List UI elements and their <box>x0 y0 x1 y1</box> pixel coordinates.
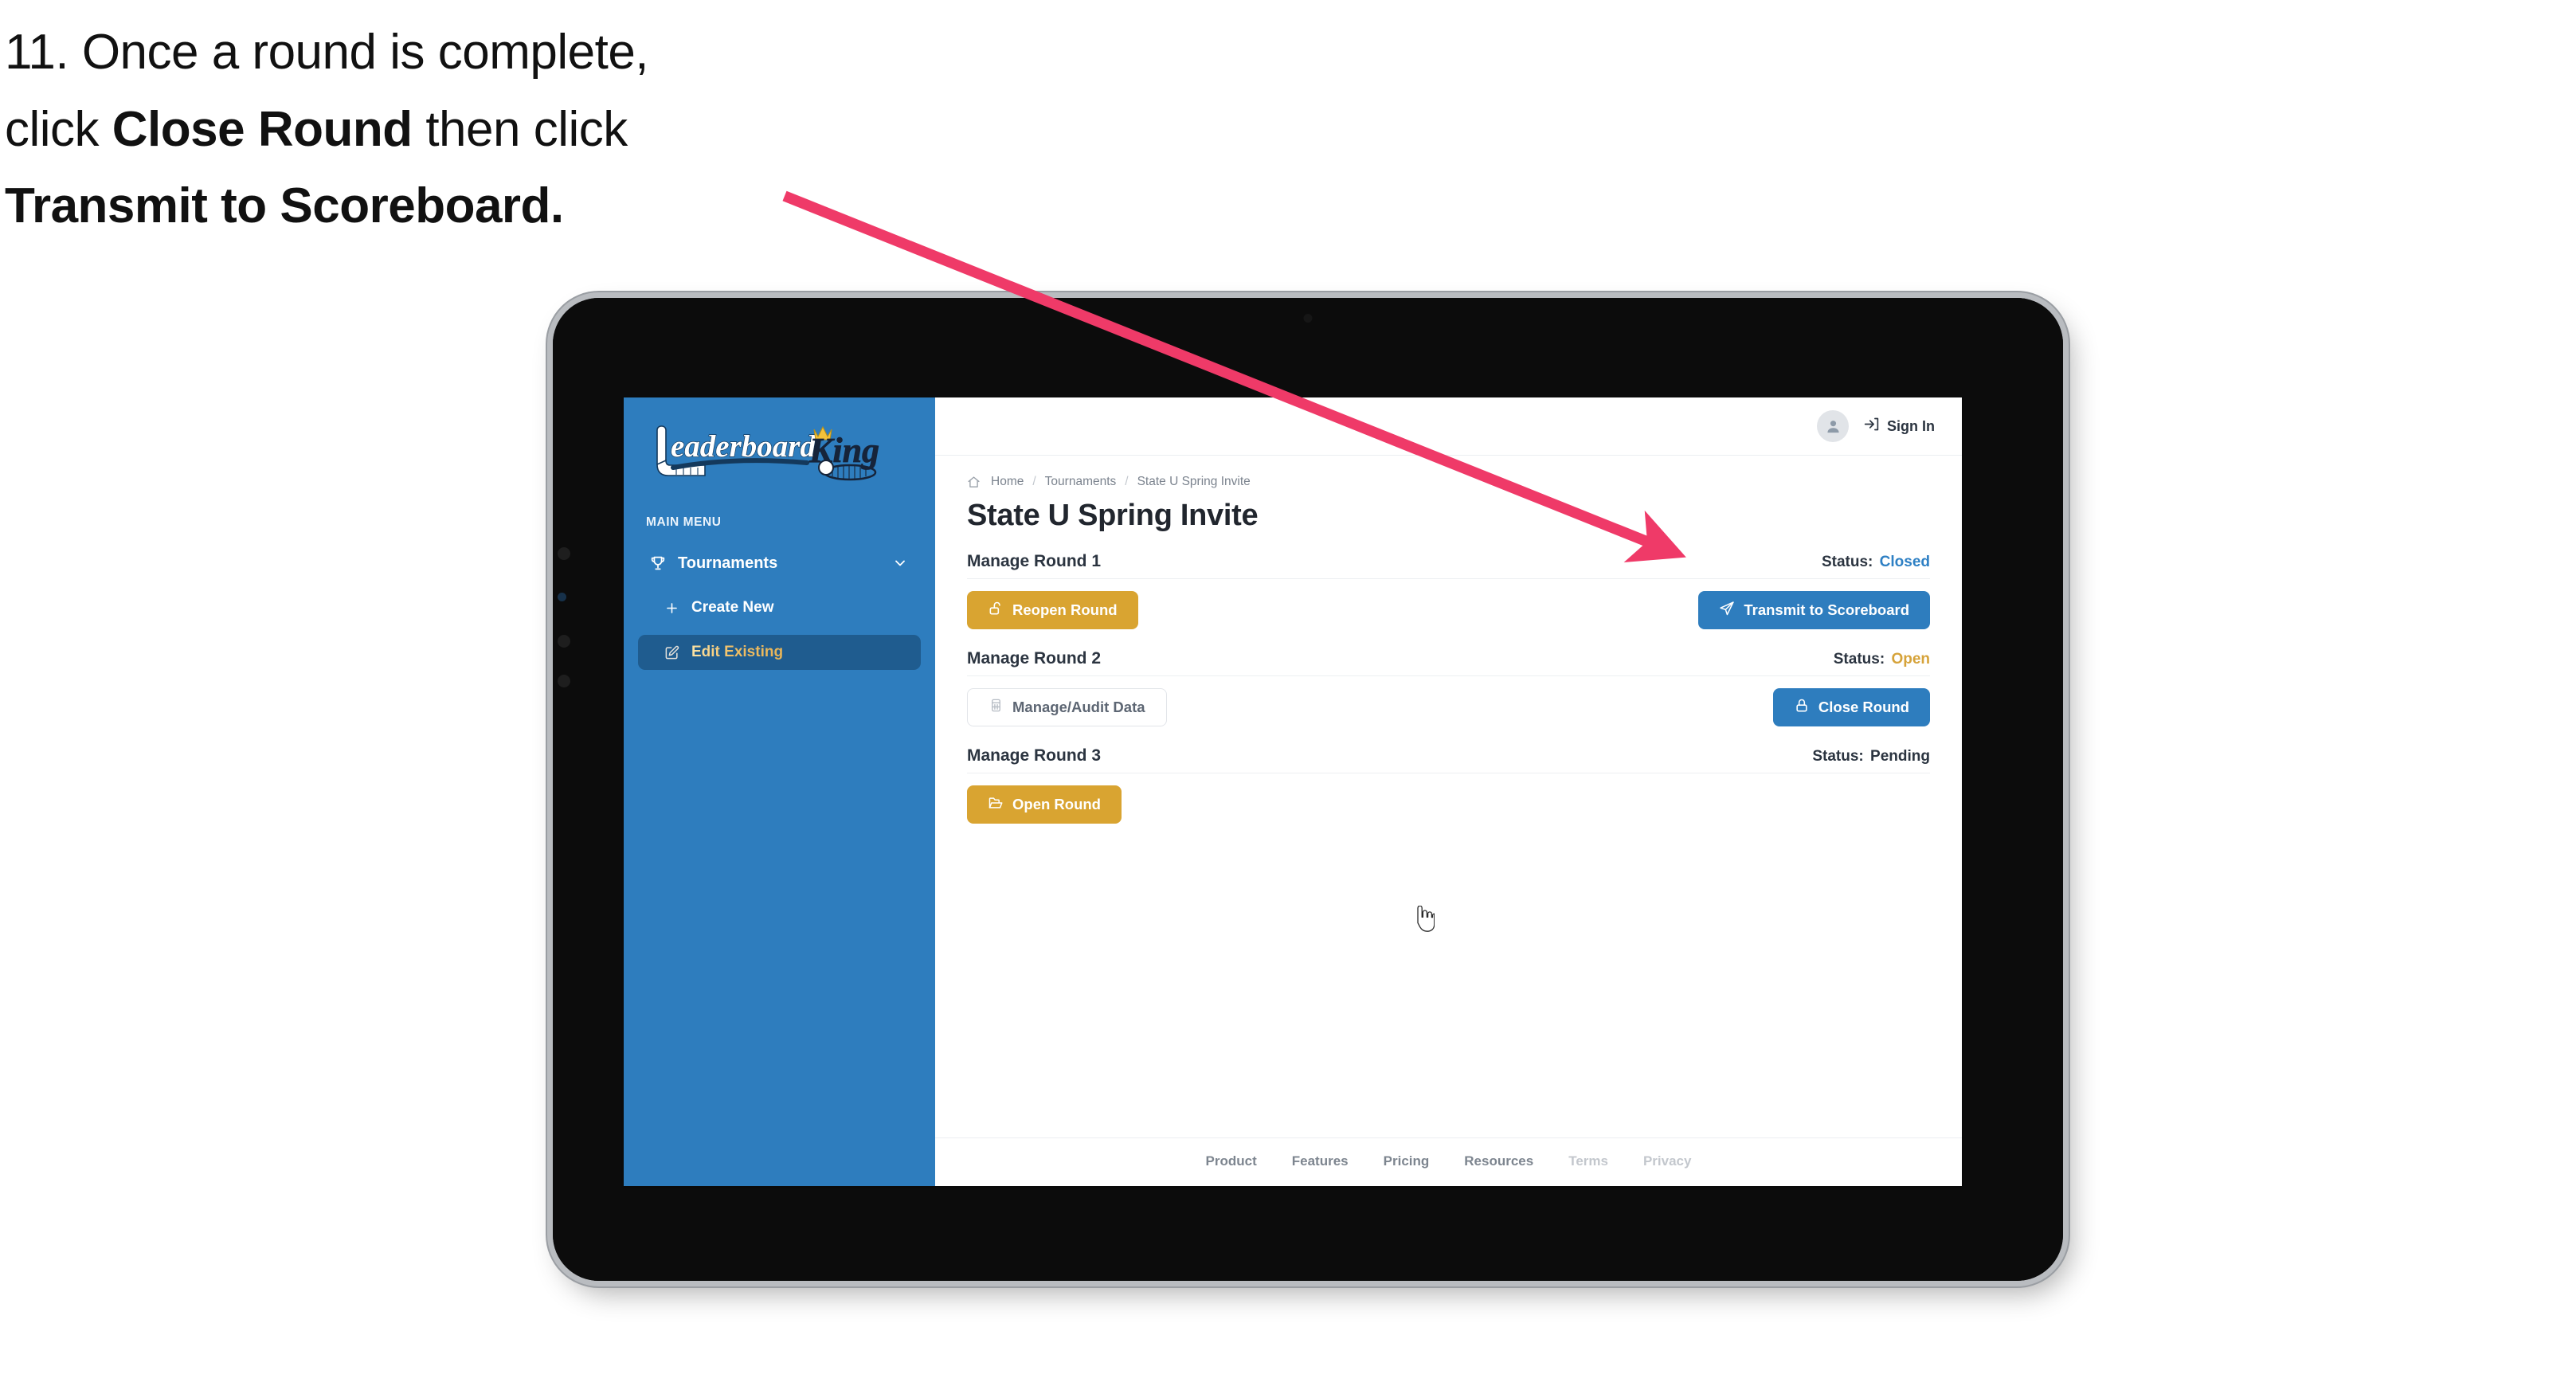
status-value: Closed <box>1879 554 1930 570</box>
button-label: Open Round <box>1012 796 1101 812</box>
round-header: Manage Round 3 Status: Pending <box>967 746 1930 773</box>
sidebar-item-label: Edit Existing <box>691 644 784 660</box>
button-label: Reopen Round <box>1012 601 1118 618</box>
avatar[interactable] <box>1817 410 1849 442</box>
round-block-2: Manage Round 2 Status: Open Manage/Audit… <box>967 649 1930 727</box>
sidebar-item-create-new[interactable]: Create New <box>638 590 921 625</box>
footer-link-privacy[interactable]: Privacy <box>1643 1153 1692 1169</box>
sign-in-label: Sign In <box>1887 417 1935 434</box>
round-header: Manage Round 2 Status: Open <box>967 649 1930 676</box>
caption-bold-transmit: Transmit to Scoreboard. <box>5 178 564 234</box>
sidebar-item-label: Create New <box>691 599 774 616</box>
home-icon[interactable] <box>967 476 981 489</box>
manage-audit-data-button[interactable]: Manage/Audit Data <box>967 688 1167 726</box>
breadcrumb-item-home[interactable]: Home <box>991 475 1024 489</box>
tablet-device: eaderboard King MAIN MENU Tournaments Cr… <box>553 298 2063 1281</box>
round-title: Manage Round 1 <box>967 552 1102 570</box>
app-logo[interactable]: eaderboard King <box>624 397 935 495</box>
button-label: Close Round <box>1818 699 1909 715</box>
top-bar: Sign In <box>935 397 1962 456</box>
leaderboard-king-logo-icon: eaderboard King <box>656 425 879 481</box>
breadcrumb-item-tournaments[interactable]: Tournaments <box>1045 475 1117 489</box>
status-label: Status: <box>1812 748 1864 765</box>
sidebar-item-edit-existing[interactable]: Edit Existing <box>638 635 921 670</box>
footer-link-features[interactable]: Features <box>1292 1153 1349 1169</box>
round-header: Manage Round 1 Status: Closed <box>967 552 1930 579</box>
sidebar-section-label: MAIN MENU <box>646 515 722 529</box>
tablet-bezel: eaderboard King MAIN MENU Tournaments Cr… <box>553 298 2063 1281</box>
footer-link-product[interactable]: Product <box>1206 1153 1257 1169</box>
status-badge: Status: Pending <box>1812 748 1930 765</box>
caption-line-1: 11. Once a round is complete, <box>5 25 649 80</box>
status-value: Pending <box>1870 748 1930 765</box>
sign-in-arrow-icon <box>1863 416 1880 437</box>
folder-open-icon <box>988 795 1004 815</box>
unlock-icon <box>988 601 1004 621</box>
close-round-button[interactable]: Close Round <box>1772 688 1930 726</box>
page-title: State U Spring Invite <box>967 499 1259 532</box>
open-round-button[interactable]: Open Round <box>967 785 1122 824</box>
round-block-3: Manage Round 3 Status: Pending Open Roun… <box>967 746 1930 824</box>
chevron-down-icon[interactable] <box>892 555 908 571</box>
caption-line-3: Transmit to Scoreboard. <box>5 168 865 245</box>
sidebar: eaderboard King MAIN MENU Tournaments Cr… <box>624 397 935 1186</box>
send-paper-plane-icon <box>1719 601 1735 621</box>
side-port-4-icon <box>558 675 570 687</box>
side-port-1-icon <box>558 547 570 560</box>
footer-link-resources[interactable]: Resources <box>1464 1153 1533 1169</box>
status-label: Status: <box>1833 651 1885 668</box>
status-badge: Status: Open <box>1834 651 1930 668</box>
main-content: Sign In Home / Tournaments / State U Spr… <box>935 397 1962 1186</box>
round-title: Manage Round 2 <box>967 649 1102 668</box>
lock-icon <box>1794 698 1810 718</box>
status-label: Status: <box>1821 554 1873 570</box>
app-screen: eaderboard King MAIN MENU Tournaments Cr… <box>624 397 1962 1186</box>
round-actions: Manage/Audit Data Close Round <box>967 687 1930 727</box>
round-title: Manage Round 3 <box>967 746 1102 765</box>
status-value: Open <box>1891 651 1930 668</box>
sign-in-button[interactable]: Sign In <box>1863 416 1935 437</box>
footer-link-pricing[interactable]: Pricing <box>1384 1153 1430 1169</box>
caption-line-2: click Close Round then click <box>5 101 628 157</box>
caption-bold-close-round: Close Round <box>112 101 413 157</box>
footer-link-terms[interactable]: Terms <box>1568 1153 1608 1169</box>
reopen-round-button[interactable]: Reopen Round <box>967 591 1138 629</box>
breadcrumb-item-current: State U Spring Invite <box>1137 475 1251 488</box>
round-block-1: Manage Round 1 Status: Closed Reopen Rou… <box>967 552 1930 630</box>
plus-icon <box>662 598 681 617</box>
status-badge: Status: Closed <box>1822 554 1930 571</box>
user-avatar-icon <box>1826 420 1839 433</box>
transmit-to-scoreboard-button[interactable]: Transmit to Scoreboard <box>1698 591 1930 629</box>
trophy-icon <box>648 553 668 574</box>
sidebar-item-label: Tournaments <box>678 554 778 572</box>
front-camera-icon <box>1303 314 1313 323</box>
edit-pencil-icon <box>662 643 681 662</box>
side-port-2-icon <box>558 593 566 601</box>
button-label: Manage/Audit Data <box>1012 699 1145 715</box>
footer-nav: Product Features Pricing Resources Terms… <box>935 1137 1962 1186</box>
sidebar-item-tournaments[interactable]: Tournaments <box>638 546 921 581</box>
breadcrumb-separator: / <box>1125 475 1129 488</box>
round-actions: Reopen Round Transmit to Scoreboard <box>967 590 1930 630</box>
instruction-caption: 11. Once a round is complete, click Clos… <box>5 14 865 245</box>
side-port-3-icon <box>558 635 570 648</box>
breadcrumb-separator: / <box>1032 475 1036 488</box>
table-grid-icon <box>989 698 1004 717</box>
round-actions: Open Round <box>967 785 1930 824</box>
button-label: Transmit to Scoreboard <box>1744 601 1909 618</box>
breadcrumb: Home / Tournaments / State U Spring Invi… <box>967 475 1930 489</box>
page-content: Home / Tournaments / State U Spring Invi… <box>935 456 1962 1137</box>
